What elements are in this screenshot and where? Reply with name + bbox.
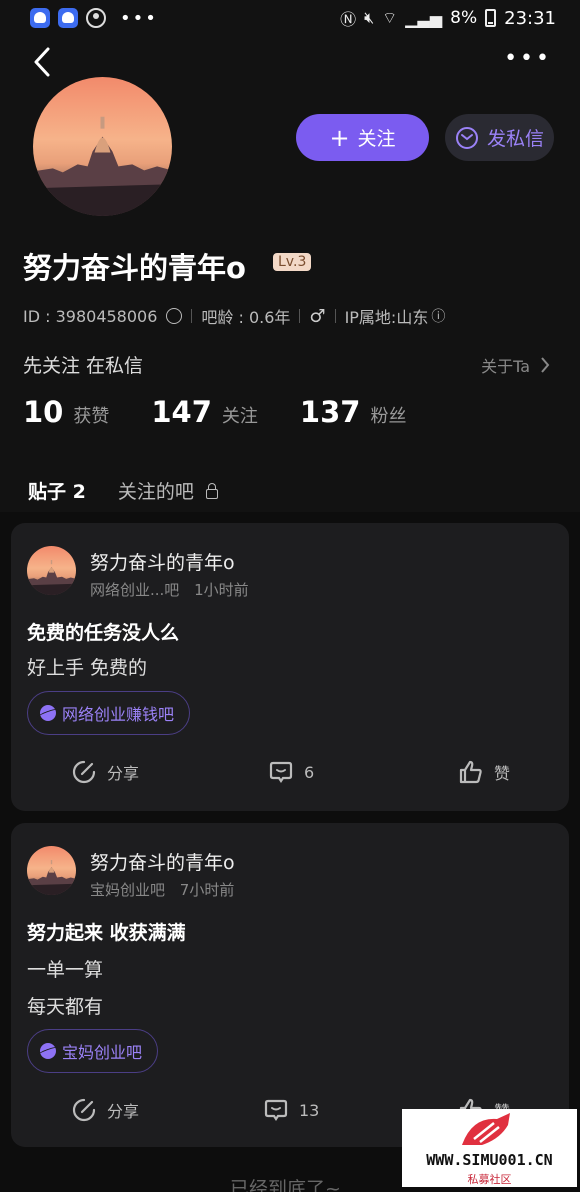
post-time: 1小时前 [194, 581, 249, 599]
signal-icon: ▁▃▅ [405, 8, 443, 28]
plus-icon: + [329, 123, 350, 152]
wifi-icon: ⌔ [382, 8, 398, 27]
comment-button[interactable]: 6 [268, 759, 314, 785]
post-card[interactable]: 努力奋斗的青年o 宝妈创业吧 7小时前 努力起来 收获满满 一单一算 每天都有 … [11, 823, 569, 1147]
post-actions: 分享 6 赞 [11, 759, 569, 799]
bar-age: 吧龄 : 0.6年 [201, 308, 291, 327]
like-button[interactable]: 赞 [458, 759, 510, 785]
person-icon [86, 8, 106, 28]
watermark-url: WWW.SIMU001.CN [426, 1151, 553, 1169]
signature: 先关注 在私信 [23, 355, 144, 377]
more-notifications-icon: ••• [120, 7, 158, 29]
watermark-logo [462, 1113, 510, 1145]
post-card[interactable]: 努力奋斗的青年o 网络创业...吧 1小时前 免费的任务没人么 好上手 免费的 … [11, 523, 569, 811]
post-title: 努力起来 收获满满 [27, 922, 186, 944]
top-nav: ••• [0, 44, 580, 80]
follow-button[interactable]: + 关注 [296, 114, 429, 161]
planet-icon [40, 1043, 56, 1059]
chip-label: 网络创业赚钱吧 [62, 705, 175, 724]
profile-meta: ID : 3980458006 吧龄 : 0.6年 ♂ IP属地:山东 ⓘ [23, 304, 445, 328]
lock-icon [205, 483, 218, 499]
message-button[interactable]: 发私信 [445, 114, 554, 161]
qq-icon [30, 8, 50, 28]
stat-number: 147 [151, 395, 212, 429]
username: 努力奋斗的青年o [23, 251, 246, 285]
profile-tabs: 贴子 2 关注的吧 [28, 477, 218, 520]
comment-icon [264, 1099, 288, 1121]
planet-icon [40, 705, 56, 721]
more-options-icon[interactable]: ••• [504, 48, 552, 70]
stat-following[interactable]: 147 关注 [151, 395, 258, 429]
share-icon [72, 760, 96, 784]
post-title: 免费的任务没人么 [27, 622, 180, 644]
battery-percent: 8% [450, 8, 478, 28]
battery-icon [485, 9, 497, 27]
divider [299, 309, 301, 323]
thumbs-up-icon [459, 760, 482, 784]
author-avatar[interactable] [27, 546, 76, 595]
stat-label: 获赞 [73, 406, 110, 427]
watermark-caption: 私募社区 [467, 1173, 512, 1186]
divider [191, 309, 193, 323]
about-link[interactable]: 关于Ta [481, 353, 550, 377]
gender-icon: ♂ [309, 305, 326, 327]
chevron-right-icon [541, 357, 550, 373]
post-meta: 宝妈创业吧 7小时前 [90, 879, 234, 900]
mute-icon: 🔇︎ [364, 8, 375, 27]
tab-posts[interactable]: 贴子 2 [28, 477, 86, 520]
share-label: 分享 [107, 764, 140, 783]
clock: 23:31 [504, 7, 556, 29]
comment-count: 6 [304, 762, 315, 782]
qq-icon [58, 8, 78, 28]
tab-followed-bars[interactable]: 关注的吧 [118, 477, 218, 504]
tab-label: 关注的吧 [117, 481, 194, 503]
share-label: 分享 [107, 1102, 140, 1121]
stat-label: 粉丝 [370, 406, 407, 427]
share-button[interactable]: 分享 [71, 759, 139, 785]
chip-label: 宝妈创业吧 [62, 1043, 143, 1062]
post-meta: 网络创业...吧 1小时前 [90, 579, 249, 600]
mail-icon [455, 126, 478, 149]
bar-name[interactable]: 宝妈创业吧 [90, 881, 165, 899]
bar-chip[interactable]: 网络创业赚钱吧 [27, 691, 191, 735]
author-name[interactable]: 努力奋斗的青年o [90, 548, 235, 575]
copy-icon[interactable] [166, 308, 183, 324]
share-icon [72, 1098, 96, 1122]
comment-button[interactable]: 13 [263, 1097, 319, 1123]
author-avatar[interactable] [27, 846, 76, 895]
profile-avatar[interactable] [33, 77, 172, 216]
share-button[interactable]: 分享 [71, 1097, 139, 1123]
message-label: 发私信 [486, 128, 544, 150]
author-name[interactable]: 努力奋斗的青年o [90, 848, 235, 875]
end-of-list-text: 已经到底了~ [230, 1178, 341, 1192]
user-id: ID : 3980458006 [23, 306, 158, 326]
help-icon[interactable]: ⓘ [431, 306, 445, 326]
follow-label: 关注 [357, 128, 396, 150]
divider [334, 309, 336, 323]
comment-count: 13 [299, 1100, 320, 1120]
level-badge: Lv.3 [273, 253, 312, 271]
comment-icon [269, 761, 293, 783]
stat-number: 137 [299, 395, 361, 429]
stat-likes[interactable]: 10 获赞 [23, 395, 109, 429]
stats-row: 10 获赞 147 关注 137 粉丝 [23, 395, 406, 429]
status-bar: ••• Ⓝ 🔇︎ ⌔ ▁▃▅ 8% 23:31 [0, 0, 580, 36]
stat-label: 关注 [221, 406, 258, 427]
back-arrow-icon[interactable] [30, 46, 58, 78]
stat-number: 10 [23, 395, 64, 429]
watermark: WWW.SIMU001.CN 私募社区 [402, 1109, 577, 1187]
post-body-line: 好上手 免费的 [27, 657, 148, 679]
bar-name[interactable]: 网络创业...吧 [90, 581, 179, 599]
nfc-icon: Ⓝ [340, 10, 357, 29]
status-left: ••• [30, 8, 158, 29]
like-label: 赞 [494, 764, 511, 783]
bar-chip[interactable]: 宝妈创业吧 [27, 1029, 159, 1073]
status-right: Ⓝ 🔇︎ ⌔ ▁▃▅ 8% 23:31 [340, 6, 556, 30]
post-body-line: 每天都有 [27, 996, 104, 1018]
ip-location: IP属地:山东 [344, 308, 429, 327]
stat-fans[interactable]: 137 粉丝 [300, 395, 407, 429]
about-label: 关于Ta [481, 357, 530, 376]
post-body-line: 一单一算 [27, 959, 104, 981]
post-time: 7小时前 [179, 881, 235, 899]
